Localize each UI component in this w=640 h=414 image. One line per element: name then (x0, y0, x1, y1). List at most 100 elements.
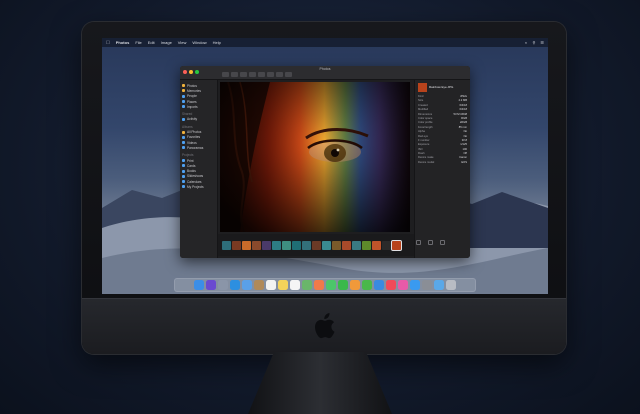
info-button[interactable] (258, 72, 265, 77)
sidebar-item-icon (182, 141, 185, 145)
system-preferences-icon[interactable] (422, 280, 432, 290)
sidebar-item-label: Places (187, 99, 197, 104)
menu-file[interactable]: File (135, 40, 141, 45)
sidebar-item[interactable]: Imports (182, 104, 215, 109)
reminders-icon[interactable] (290, 280, 300, 290)
contacts-icon[interactable] (254, 280, 264, 290)
search-icon[interactable]: ⚲ (532, 40, 535, 45)
zoom-slider[interactable] (240, 72, 247, 77)
menu-app-name[interactable]: Photos (116, 40, 130, 45)
sidebar-item-label: Memories (187, 88, 201, 93)
notes-icon[interactable] (278, 280, 288, 290)
filmstrip-thumbnail[interactable] (372, 240, 381, 250)
view-toggle-button[interactable] (249, 72, 256, 77)
filmstrip-thumbnail[interactable] (242, 240, 251, 250)
sidebar-item-icon (182, 84, 185, 88)
keynote-icon[interactable] (374, 280, 384, 290)
filmstrip-thumbnail[interactable] (352, 240, 361, 250)
menu-help[interactable]: Help (213, 40, 221, 45)
filmstrip-thumbnail[interactable] (332, 240, 341, 250)
notification-center-icon[interactable]: ☰ (540, 40, 544, 45)
imac-chin (82, 298, 566, 354)
delete-button[interactable] (440, 240, 445, 245)
sidebar-item[interactable]: Panoramas (182, 145, 215, 150)
maps-icon[interactable] (302, 280, 312, 290)
safari-icon[interactable] (230, 280, 240, 290)
share-button[interactable] (428, 240, 433, 245)
apple-menu-icon[interactable]:  (106, 40, 110, 46)
back-button[interactable] (222, 72, 229, 77)
sidebar-item-icon (182, 130, 185, 134)
sidebar-item[interactable]: My Projects (182, 184, 215, 189)
siri-icon[interactable] (206, 280, 216, 290)
sidebar-item-icon (182, 100, 185, 104)
launchpad-icon[interactable] (218, 280, 228, 290)
photo-viewer[interactable] (220, 82, 410, 232)
window-title: Photos (319, 67, 331, 71)
sidebar-item-label: My Projects (187, 184, 204, 189)
favorite-button[interactable] (276, 72, 283, 77)
filmstrip-thumbnail[interactable] (232, 240, 241, 250)
filmstrip-thumbnail[interactable] (312, 240, 321, 250)
filmstrip-thumbnail[interactable] (252, 240, 261, 250)
filmstrip-thumbnail[interactable] (262, 240, 271, 250)
mail-icon[interactable] (242, 280, 252, 290)
filmstrip-thumbnail[interactable] (322, 240, 331, 250)
add-button[interactable] (416, 240, 421, 245)
info-header: Rainbow Eye.JPG (418, 83, 467, 92)
photos-icon[interactable] (314, 280, 324, 290)
sidebar-item-label: Favorites (187, 135, 201, 140)
sidebar-item-icon (182, 146, 185, 150)
filmstrip-thumbnail[interactable] (391, 239, 402, 251)
window-titlebar[interactable]: Photos (180, 66, 470, 80)
folder-icon[interactable] (434, 280, 444, 290)
messages-icon[interactable] (326, 280, 336, 290)
info-thumbnail (418, 83, 427, 92)
facetime-icon[interactable] (338, 280, 348, 290)
menu-image[interactable]: Image (161, 40, 172, 45)
sidebar-item-label: Print (187, 158, 194, 163)
pages-icon[interactable] (350, 280, 360, 290)
menu-window[interactable]: Window (192, 40, 206, 45)
calendar-icon[interactable] (266, 280, 276, 290)
menu-edit[interactable]: Edit (148, 40, 155, 45)
sidebar-item-icon (182, 185, 185, 189)
dock (174, 278, 476, 292)
sidebar-item-icon (182, 89, 185, 93)
sidebar-item-label: Imports (187, 104, 198, 109)
menu-view[interactable]: View (178, 40, 187, 45)
filmstrip-thumbnail[interactable] (362, 240, 371, 250)
filmstrip-thumbnail[interactable] (382, 240, 391, 250)
sidebar-item[interactable]: Activity (182, 117, 215, 122)
finder-icon[interactable] (194, 280, 204, 290)
sidebar-item-label: Panoramas (187, 145, 204, 150)
menu-bar:  Photos File Edit Image View Window Hel… (102, 38, 548, 47)
sidebar-item-label: Shared (182, 112, 193, 117)
forward-button[interactable] (231, 72, 238, 77)
wifi-icon[interactable]: ◐ (525, 40, 527, 45)
filmstrip-thumbnail[interactable] (342, 240, 351, 250)
news-icon[interactable] (386, 280, 396, 290)
sidebar-item-icon (182, 169, 185, 173)
filmstrip-thumbnail[interactable] (272, 240, 281, 250)
photos-window: Photos Photos Memories People Places Imports… (180, 66, 470, 258)
filmstrip-thumbnail[interactable] (282, 240, 291, 250)
sidebar-item-icon (182, 94, 185, 98)
desktop-screen:  Photos File Edit Image View Window Hel… (102, 38, 548, 294)
sidebar-item-label: Books (187, 169, 196, 174)
edit-button[interactable] (285, 72, 292, 77)
filmstrip-thumbnail[interactable] (222, 240, 231, 250)
sidebar-item-icon (182, 117, 185, 121)
filmstrip (218, 234, 414, 256)
sidebar-item-label: Calendars (187, 179, 202, 184)
info-panel: Rainbow Eye.JPG Kind JPEG Size 4.2 MB Create… (414, 80, 470, 258)
filmstrip-thumbnail[interactable] (292, 240, 301, 250)
trash-icon[interactable] (446, 280, 456, 290)
app-store-icon[interactable] (410, 280, 420, 290)
filmstrip-thumbnail[interactable] (302, 240, 311, 250)
rotate-button[interactable] (267, 72, 274, 77)
numbers-icon[interactable] (362, 280, 372, 290)
toolbar (222, 72, 292, 77)
sidebar-item-icon (182, 164, 185, 168)
itunes-icon[interactable] (398, 280, 408, 290)
